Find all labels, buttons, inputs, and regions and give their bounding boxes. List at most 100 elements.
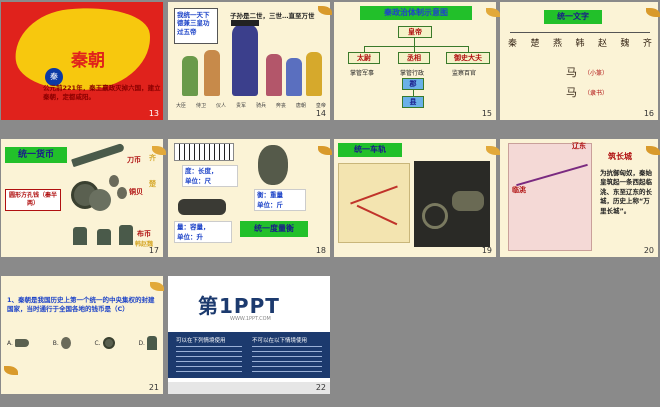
chu-label: 楚 xyxy=(149,180,156,188)
left-heading: 可以在下列情境使用 xyxy=(176,338,226,344)
small-seal-glyph: 马 xyxy=(566,66,577,79)
chariot-wheel xyxy=(422,203,448,229)
figure-label: 皇帝 xyxy=(315,103,326,109)
length-box: 度：长度， 单位：尺 xyxy=(182,165,238,187)
small-seal-label: （小篆） xyxy=(584,70,609,77)
brand-logo: 第1PPT xyxy=(198,294,280,318)
right-heading: 不可以在以下情境使用 xyxy=(252,338,308,344)
figure xyxy=(286,58,302,96)
figure-label: 大臣 xyxy=(176,103,187,109)
coin-icon xyxy=(102,337,115,349)
info-lines xyxy=(176,346,242,374)
round-coin-label: 圆形方孔钱（秦半两） xyxy=(5,189,61,211)
slide-title: 统一货币 xyxy=(5,147,67,163)
weight-text: 衡：重量 xyxy=(257,191,283,199)
script-glyph: 燕 xyxy=(552,39,562,49)
info-lines xyxy=(252,346,322,374)
slide-17[interactable]: 统一货币 刀币 齐 铜贝 楚 圆形方孔钱（秦半两） 布币 韩赵魏 17 xyxy=(1,139,163,257)
figure-label: 奔丧 xyxy=(275,103,286,109)
qi-label: 齐 xyxy=(149,154,156,162)
script-glyph: 赵 xyxy=(597,39,607,49)
wall-title: 筑长城 xyxy=(608,152,632,161)
figure-label: 贵军 xyxy=(235,103,246,109)
slide-number: 22 xyxy=(315,383,326,392)
slide-number: 20 xyxy=(643,246,654,255)
slide-number: 13 xyxy=(148,109,159,118)
option-label: A. xyxy=(7,339,13,347)
slide-14[interactable]: 我统一天下德兼三皇功过五帝 子孙是二世，三世…直至万世 大臣 侍卫 仪人 贵军 … xyxy=(168,2,330,120)
emperor-crown xyxy=(231,20,259,26)
slide-18[interactable]: 度：长度， 单位：尺 衡：重量 单位：斤 量：容量， 单位：升 统一度量衡 18 xyxy=(168,139,330,257)
slide-number: 19 xyxy=(481,246,492,255)
figure-labels: 大臣 侍卫 仪人 贵军 骑兵 奔丧 唐朝 皇帝 xyxy=(176,102,326,109)
spade-coin xyxy=(119,225,133,245)
wall-map xyxy=(508,143,592,251)
script-row: 秦 楚 燕 韩 赵 魏 齐 xyxy=(508,36,652,49)
figure xyxy=(306,52,322,96)
slide-title: 统一文字 xyxy=(544,10,602,24)
slide-19[interactable]: 统一车轨 19 xyxy=(334,139,496,257)
option-d[interactable]: D. xyxy=(138,336,157,350)
official-duty: 掌管行政 xyxy=(400,70,425,77)
length-text: 度：长度， xyxy=(185,167,218,175)
official-duty: 掌管军事 xyxy=(350,70,375,77)
wall-line xyxy=(516,163,588,187)
slide-number: 14 xyxy=(315,109,326,118)
official-duty: 监察百官 xyxy=(452,70,477,77)
length-unit: 单位：尺 xyxy=(185,176,211,185)
weight-box: 衡：重量 单位：斤 xyxy=(254,189,306,211)
figure-label: 唐朝 xyxy=(295,103,306,109)
info-panel: 可以在下列情境使用 不可以在以下情境使用 xyxy=(168,332,330,378)
slide-caption: 公元前221年，秦王嬴政灭掉六国，建立秦朝，定都咸阳。 xyxy=(43,84,161,101)
tree-line xyxy=(414,38,415,46)
coin-icon xyxy=(14,339,29,347)
slide-22[interactable]: 第1PPT WWW.1PPT.COM 可以在下列情境使用 不可以在以下情境使用 … xyxy=(168,276,330,394)
figure xyxy=(266,54,282,96)
shell-coin xyxy=(117,187,127,199)
slide-number: 18 xyxy=(315,246,326,255)
road-line xyxy=(356,204,398,226)
slide-15[interactable]: 秦政治体制示意图 皇帝 太尉 丞相 御史大夫 掌管军事 掌管行政 监察百官 郡 … xyxy=(334,2,496,120)
commandery-box: 郡 xyxy=(402,78,424,90)
figure xyxy=(182,56,198,96)
slide-number: 15 xyxy=(481,109,492,118)
knife-label: 刀币 xyxy=(127,156,141,164)
script-glyph: 魏 xyxy=(620,39,630,49)
option-a[interactable]: A. xyxy=(7,339,29,347)
official-box: 太尉 xyxy=(348,52,380,64)
slide-16[interactable]: 统一文字 秦 楚 燕 韩 赵 魏 齐 马 （小篆） 马 （隶书） 16 xyxy=(500,2,658,120)
slide-banner: 统一度量衡 xyxy=(240,221,308,237)
clerical-glyph: 马 xyxy=(566,86,577,99)
slide-number: 16 xyxy=(643,109,654,118)
coin-icon xyxy=(60,337,71,349)
lintao-label: 临洮 xyxy=(512,186,526,194)
emperor-figure xyxy=(232,24,258,96)
spade-label: 布币 xyxy=(137,230,151,238)
slide-21[interactable]: 1、秦朝是我国历史上第一个统一的中央集权的封建国家，当时通行于全国各地的钱币是（… xyxy=(1,276,163,394)
road-map xyxy=(338,163,410,243)
tree-line xyxy=(364,46,468,47)
slide-number: 17 xyxy=(148,246,159,255)
volume-box: 量：容量， 单位：升 xyxy=(174,221,232,243)
chariot-image xyxy=(414,161,490,247)
official-box: 丞相 xyxy=(398,52,430,64)
option-c[interactable]: C. xyxy=(95,337,115,349)
slide-number: 21 xyxy=(148,383,159,392)
tree-line xyxy=(510,32,650,33)
figure-label: 仪人 xyxy=(215,103,226,109)
clerical-label: （隶书） xyxy=(584,90,609,97)
coin-icon xyxy=(146,336,157,350)
weight-unit: 单位：斤 xyxy=(257,200,283,209)
road-line xyxy=(350,185,398,205)
knife-coin xyxy=(71,142,125,168)
slide-13[interactable]: 秦 秦朝 公元前221年，秦王嬴政灭掉六国，建立秦朝，定都咸阳。 13 xyxy=(1,2,163,120)
slide-20[interactable]: 辽东 临洮 筑长城 为抗御匈奴，秦始皇筑起一条西起临洮、东至辽东的长城，历史上称… xyxy=(500,139,658,257)
script-glyph: 韩 xyxy=(575,39,585,49)
shell-label: 铜贝 xyxy=(129,188,143,196)
official-box: 御史大夫 xyxy=(446,52,490,64)
option-b[interactable]: B. xyxy=(53,337,71,349)
round-coin xyxy=(89,189,111,211)
volume-unit: 单位：升 xyxy=(177,232,203,241)
slide-title: 秦朝 xyxy=(71,51,105,71)
option-label: D. xyxy=(138,339,145,347)
